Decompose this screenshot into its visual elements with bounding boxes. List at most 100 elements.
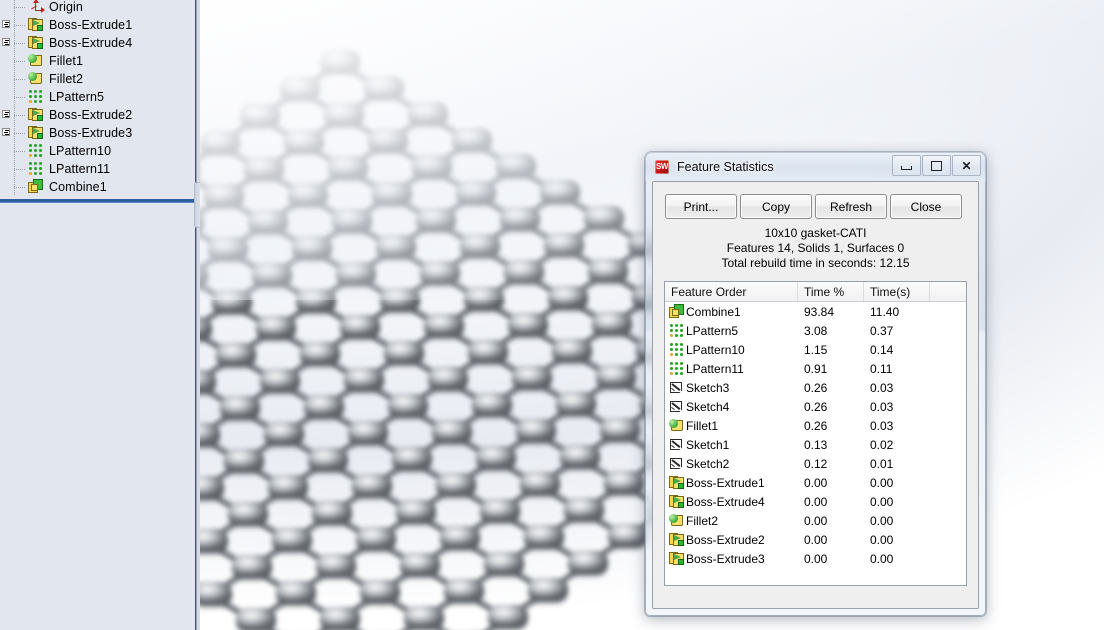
feature-name-label: Boss-Extrude2 (686, 533, 765, 547)
dialog-button-row[interactable]: Print...CopyRefreshClose (665, 194, 965, 218)
cell-time-seconds: 0.03 (864, 416, 930, 435)
feature-tree-item-boss-extrude2[interactable]: Boss-Extrude2 (0, 106, 195, 124)
boss-extrude-icon (28, 125, 45, 141)
dialog-titlebar[interactable]: SW Feature Statistics ✕ (645, 152, 986, 181)
linear-pattern-icon (669, 342, 684, 357)
feature-tree-item-label: LPattern10 (49, 144, 111, 158)
table-row[interactable]: Sketch20.120.01 (665, 454, 966, 473)
tree-connector (14, 0, 28, 16)
cell-time-percent: 1.15 (798, 340, 864, 359)
fillet-icon (28, 53, 45, 69)
feature-name-label: Sketch1 (686, 438, 729, 452)
feature-statistics-dialog[interactable]: SW Feature Statistics ✕ Print...CopyRefr… (645, 152, 986, 616)
feature-tree-item-boss-extrude1[interactable]: Boss-Extrude1 (0, 16, 195, 34)
feature-tree-item-origin[interactable]: Origin (0, 0, 195, 16)
cell-time-seconds: 0.02 (864, 435, 930, 454)
feature-tree-item-label: LPattern5 (49, 90, 104, 104)
feature-tree-item-lpattern10[interactable]: LPattern10 (0, 142, 195, 160)
table-row[interactable]: Fillet1 0.260.03 (665, 416, 966, 435)
cell-feature: LPattern10 (665, 340, 798, 359)
close-button[interactable]: Close (890, 194, 962, 219)
expand-icon[interactable] (2, 110, 13, 121)
feature-name-label: Fillet1 (686, 419, 718, 433)
table-row[interactable]: Boss-Extrude40.000.00 (665, 492, 966, 511)
cell-feature: Boss-Extrude3 (665, 549, 798, 568)
feature-tree-item-label: Fillet1 (49, 54, 83, 68)
minimize-icon[interactable] (892, 155, 921, 176)
feature-name-label: LPattern11 (686, 362, 744, 376)
column-header-0[interactable]: Feature Order (665, 282, 798, 301)
table-row[interactable]: Boss-Extrude20.000.00 (665, 530, 966, 549)
feature-tree-item-combine1[interactable]: Combine1 (0, 178, 195, 196)
table-row[interactable]: Fillet20.000.00 (665, 511, 966, 530)
cell-feature: Boss-Extrude2 (665, 530, 798, 549)
cell-feature: LPattern5 (665, 321, 798, 340)
cell-feature: Boss-Extrude1 (665, 473, 798, 492)
table-row[interactable]: Combine193.8411.40 (665, 302, 966, 321)
close-icon[interactable]: ✕ (952, 155, 981, 176)
table-row[interactable]: Sketch10.130.02 (665, 435, 966, 454)
cell-feature: Fillet1 (665, 416, 798, 435)
print-button[interactable]: Print... (665, 194, 737, 219)
rollback-bar[interactable] (0, 199, 195, 202)
window-controls[interactable]: ✕ (891, 155, 981, 176)
cell-time-seconds: 0.37 (864, 321, 930, 340)
dialog-body: Print...CopyRefreshClose 10x10 gasket-CA… (652, 181, 979, 609)
copy-button[interactable]: Copy (740, 194, 812, 219)
tree-connector (14, 88, 28, 106)
tree-connector (14, 70, 28, 88)
table-row[interactable]: Boss-Extrude30.000.00 (665, 549, 966, 568)
maximize-icon[interactable] (922, 155, 951, 176)
feature-tree-item-lpattern11[interactable]: LPattern11 (0, 160, 195, 178)
feature-tree-item-boss-extrude3[interactable]: Boss-Extrude3 (0, 124, 195, 142)
combine-icon (669, 304, 684, 319)
boss-extrude-icon (669, 494, 684, 509)
solidworks-icon: SW (654, 159, 670, 175)
tree-indent (2, 182, 13, 193)
table-body[interactable]: Combine193.8411.40LPattern53.080.37LPatt… (665, 302, 966, 568)
tree-indent (2, 74, 13, 85)
expand-icon[interactable] (2, 38, 13, 49)
feature-tree-item-fillet2[interactable]: Fillet2 (0, 70, 195, 88)
fillet-icon (669, 513, 684, 528)
cell-feature: Sketch2 (665, 454, 798, 473)
column-header-3[interactable] (930, 282, 966, 301)
feature-tree-item-fillet1[interactable]: Fillet1 (0, 52, 195, 70)
cell-time-seconds: 0.01 (864, 454, 930, 473)
feature-tree-item-lpattern5[interactable]: LPattern5 (0, 88, 195, 106)
cell-time-seconds: 0.00 (864, 530, 930, 549)
feature-name-label: Fillet2 (686, 514, 718, 528)
expand-icon[interactable] (2, 20, 13, 31)
boss-extrude-icon (669, 532, 684, 547)
cell-time-percent: 0.12 (798, 454, 864, 473)
feature-tree-item-boss-extrude4[interactable]: Boss-Extrude4 (0, 34, 195, 52)
tree-connector (14, 160, 28, 178)
cell-time-percent: 0.26 (798, 416, 864, 435)
feature-name-label: Boss-Extrude4 (686, 495, 765, 509)
table-header-row[interactable]: Feature OrderTime %Time(s) (665, 282, 966, 302)
column-header-1[interactable]: Time % (798, 282, 864, 301)
cell-time-percent: 0.91 (798, 359, 864, 378)
expand-icon[interactable] (2, 128, 13, 139)
table-row[interactable]: LPattern110.910.11 (665, 359, 966, 378)
table-row[interactable]: Sketch40.260.03 (665, 397, 966, 416)
refresh-button[interactable]: Refresh (815, 194, 887, 219)
summary-counts: Features 14, Solids 1, Surfaces 0 (653, 241, 978, 256)
tree-indent (2, 164, 13, 175)
table-row[interactable]: LPattern101.150.14 (665, 340, 966, 359)
feature-tree-panel[interactable]: OriginBoss-Extrude1Boss-Extrude4 Fillet1 F… (0, 0, 195, 630)
cell-time-seconds: 0.03 (864, 397, 930, 416)
statistics-summary: 10x10 gasket-CATI Features 14, Solids 1,… (653, 226, 978, 271)
combine-icon (28, 179, 45, 195)
boss-extrude-icon (669, 475, 684, 490)
table-row[interactable]: LPattern53.080.37 (665, 321, 966, 340)
cell-feature: Sketch4 (665, 397, 798, 416)
table-row[interactable]: Sketch30.260.03 (665, 378, 966, 397)
feature-statistics-table[interactable]: Feature OrderTime %Time(s) Combine193.84… (664, 281, 967, 586)
cell-time-percent: 0.00 (798, 549, 864, 568)
table-row[interactable]: Boss-Extrude10.000.00 (665, 473, 966, 492)
cell-time-percent: 0.00 (798, 492, 864, 511)
boss-extrude-icon (28, 107, 45, 123)
feature-tree-item-label: LPattern11 (49, 162, 110, 176)
column-header-2[interactable]: Time(s) (864, 282, 930, 301)
